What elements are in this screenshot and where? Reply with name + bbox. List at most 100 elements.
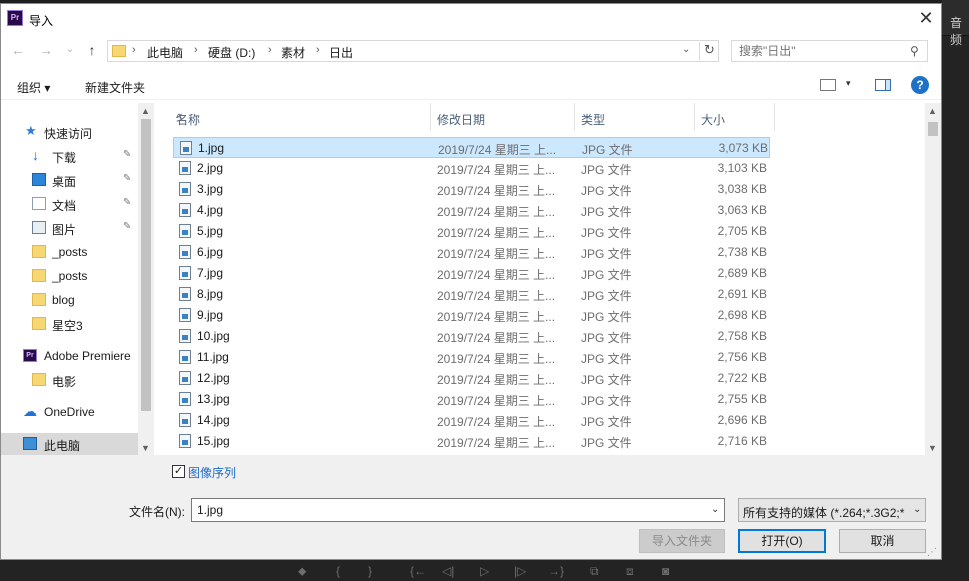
file-row[interactable]: 4.jpg 2019/7/24 星期三 上... JPG 文件 3,063 KB: [173, 200, 770, 221]
back-arrow-icon[interactable]: ←: [9, 41, 27, 59]
file-date: 2019/7/24 星期三 上...: [437, 415, 556, 429]
file-row[interactable]: 13.jpg 2019/7/24 星期三 上... JPG 文件 2,755 KB: [173, 389, 770, 410]
column-header-date[interactable]: 修改日期: [431, 103, 575, 131]
file-row[interactable]: 7.jpg 2019/7/24 星期三 上... JPG 文件 2,689 KB: [173, 263, 770, 284]
recent-locations-icon[interactable]: ⌄: [61, 41, 79, 59]
file-type-filter-value: 所有支持的媒体 (*.264;*.3G2;*: [743, 506, 905, 520]
download-icon: ↓: [32, 147, 39, 163]
sidebar-item-downloads[interactable]: ↓ 下载 ✎: [1, 145, 138, 167]
scrollbar-thumb[interactable]: [141, 119, 151, 411]
file-type-filter[interactable]: 所有支持的媒体 (*.264;*.3G2;* ⌄: [738, 498, 926, 522]
scroll-down-icon[interactable]: ▼: [928, 443, 937, 453]
file-row[interactable]: 12.jpg 2019/7/24 星期三 上... JPG 文件 2,722 KB: [173, 368, 770, 389]
address-bar[interactable]: › 此电脑 › 硬盘 (D:) › 素材 › 日出 ⌄ ↻: [107, 40, 719, 62]
filename-label: 文件名(N):: [129, 505, 185, 519]
file-row[interactable]: 8.jpg 2019/7/24 星期三 上... JPG 文件 2,691 KB: [173, 284, 770, 305]
sidebar-item-pictures[interactable]: 图片 ✎: [1, 217, 138, 239]
file-list-scrollbar[interactable]: ▲ ▼: [925, 103, 941, 455]
forward-arrow-icon[interactable]: →: [37, 41, 55, 59]
column-header-label: 大小: [701, 113, 726, 127]
image-sequence-label[interactable]: 图像序列: [188, 464, 236, 481]
sidebar-item-adobe-premiere[interactable]: Pr Adobe Premiere: [1, 345, 138, 367]
file-name: 11.jpg: [197, 350, 229, 364]
file-list: 名称 ^ 修改日期 类型 大小 1.jpg 2019/7/24 星期三 上... J…: [161, 103, 941, 455]
open-button[interactable]: 打开(O): [738, 529, 826, 553]
file-row[interactable]: 15.jpg 2019/7/24 星期三 上... JPG 文件 2,716 KB: [173, 431, 770, 452]
cancel-button[interactable]: 取消: [839, 529, 926, 553]
column-header-name[interactable]: 名称 ^: [170, 103, 431, 131]
chevron-down-icon[interactable]: ⌄: [711, 504, 719, 515]
column-header-label: 修改日期: [437, 113, 486, 127]
image-file-icon: [179, 182, 191, 196]
scroll-down-icon[interactable]: ▼: [141, 443, 150, 453]
file-name: 9.jpg: [197, 308, 224, 322]
image-file-icon: [180, 141, 192, 155]
file-type: JPG 文件: [581, 226, 632, 240]
sidebar-item-documents[interactable]: 文档 ✎: [1, 193, 138, 215]
file-date: 2019/7/24 星期三 上...: [437, 331, 556, 345]
file-row[interactable]: 9.jpg 2019/7/24 星期三 上... JPG 文件 2,698 KB: [173, 305, 770, 326]
file-row[interactable]: 2.jpg 2019/7/24 星期三 上... JPG 文件 3,103 KB: [173, 158, 770, 179]
sidebar-item-desktop[interactable]: 桌面 ✎: [1, 169, 138, 191]
file-date: 2019/7/24 星期三 上...: [437, 310, 556, 324]
column-header-size[interactable]: 大小: [695, 103, 775, 131]
file-name: 12.jpg: [197, 371, 230, 385]
file-row[interactable]: 1.jpg 2019/7/24 星期三 上... JPG 文件 3,073 KB: [173, 137, 770, 158]
view-mode-icon[interactable]: [820, 79, 836, 91]
file-row[interactable]: 3.jpg 2019/7/24 星期三 上... JPG 文件 3,038 KB: [173, 179, 770, 200]
view-dropdown-icon[interactable]: ▾: [846, 78, 851, 89]
search-box[interactable]: ⚲: [731, 40, 928, 62]
file-row[interactable]: 10.jpg 2019/7/24 星期三 上... JPG 文件 2,758 KB: [173, 326, 770, 347]
import-folder-button[interactable]: 导入文件夹: [639, 529, 725, 553]
sidebar-item-movies[interactable]: 电影: [1, 369, 138, 391]
resize-grip-icon[interactable]: ⋰: [927, 547, 937, 558]
sidebar-scrollbar[interactable]: ▲ ▼: [138, 103, 154, 455]
breadcrumb-separator[interactable]: ›: [194, 44, 198, 56]
sidebar-item-blog[interactable]: blog: [1, 289, 138, 311]
up-arrow-icon[interactable]: ↑: [83, 41, 101, 59]
search-input[interactable]: [732, 41, 902, 61]
sidebar-item-posts-2[interactable]: _posts: [1, 265, 138, 287]
address-dropdown-icon[interactable]: ⌄: [682, 44, 690, 55]
breadcrumb-separator[interactable]: ›: [268, 44, 272, 56]
file-row[interactable]: 6.jpg 2019/7/24 星期三 上... JPG 文件 2,738 KB: [173, 242, 770, 263]
file-row[interactable]: 5.jpg 2019/7/24 星期三 上... JPG 文件 2,705 KB: [173, 221, 770, 242]
chevron-down-icon[interactable]: ⌄: [913, 504, 921, 515]
document-icon: [32, 197, 46, 210]
breadcrumb-separator[interactable]: ›: [316, 44, 320, 56]
file-size: 2,738 KB: [717, 245, 767, 259]
breadcrumb-assets[interactable]: 素材: [281, 44, 305, 61]
file-date: 2019/7/24 星期三 上...: [437, 268, 556, 282]
column-header-type[interactable]: 类型: [575, 103, 695, 131]
file-name: 2.jpg: [197, 161, 224, 175]
file-name: 10.jpg: [197, 329, 230, 343]
transport-tool-icon: ◙: [662, 564, 670, 578]
breadcrumb-drive-d[interactable]: 硬盘 (D:): [208, 44, 255, 61]
file-row[interactable]: 11.jpg 2019/7/24 星期三 上... JPG 文件 2,756 KB: [173, 347, 770, 368]
sidebar-item-starry-sky[interactable]: 星空3: [1, 313, 138, 335]
scroll-up-icon[interactable]: ▲: [928, 106, 937, 116]
sidebar-item-this-pc[interactable]: 此电脑: [1, 433, 138, 455]
file-row[interactable]: 14.jpg 2019/7/24 星期三 上... JPG 文件 2,696 KB: [173, 410, 770, 431]
filename-combobox[interactable]: ⌄: [191, 498, 725, 522]
sidebar-item-onedrive[interactable]: ☁ OneDrive: [1, 401, 138, 423]
breadcrumb-sunrise[interactable]: 日出: [329, 44, 353, 61]
sidebar-item-quick-access[interactable]: ★ 快速访问: [1, 121, 138, 143]
organize-menu-button[interactable]: 组织 ▾: [17, 79, 50, 96]
refresh-icon[interactable]: ↻: [699, 42, 719, 60]
sidebar-item-label: 星空3: [52, 319, 83, 333]
filename-input[interactable]: [192, 499, 692, 521]
sidebar-item-posts[interactable]: _posts: [1, 241, 138, 263]
image-sequence-checkbox[interactable]: ✓: [172, 465, 185, 478]
help-icon[interactable]: ?: [911, 76, 929, 94]
new-folder-button[interactable]: 新建文件夹: [85, 79, 145, 96]
breadcrumb-this-pc[interactable]: 此电脑: [147, 44, 183, 61]
folder-icon: [32, 269, 46, 282]
scroll-up-icon[interactable]: ▲: [141, 106, 150, 116]
scrollbar-thumb[interactable]: [928, 122, 938, 136]
sidebar-item-label: OneDrive: [44, 405, 95, 419]
close-button[interactable]: ✕: [915, 8, 937, 30]
file-name: 3.jpg: [197, 182, 224, 196]
preview-pane-icon[interactable]: [875, 79, 891, 91]
search-icon[interactable]: ⚲: [910, 44, 919, 58]
